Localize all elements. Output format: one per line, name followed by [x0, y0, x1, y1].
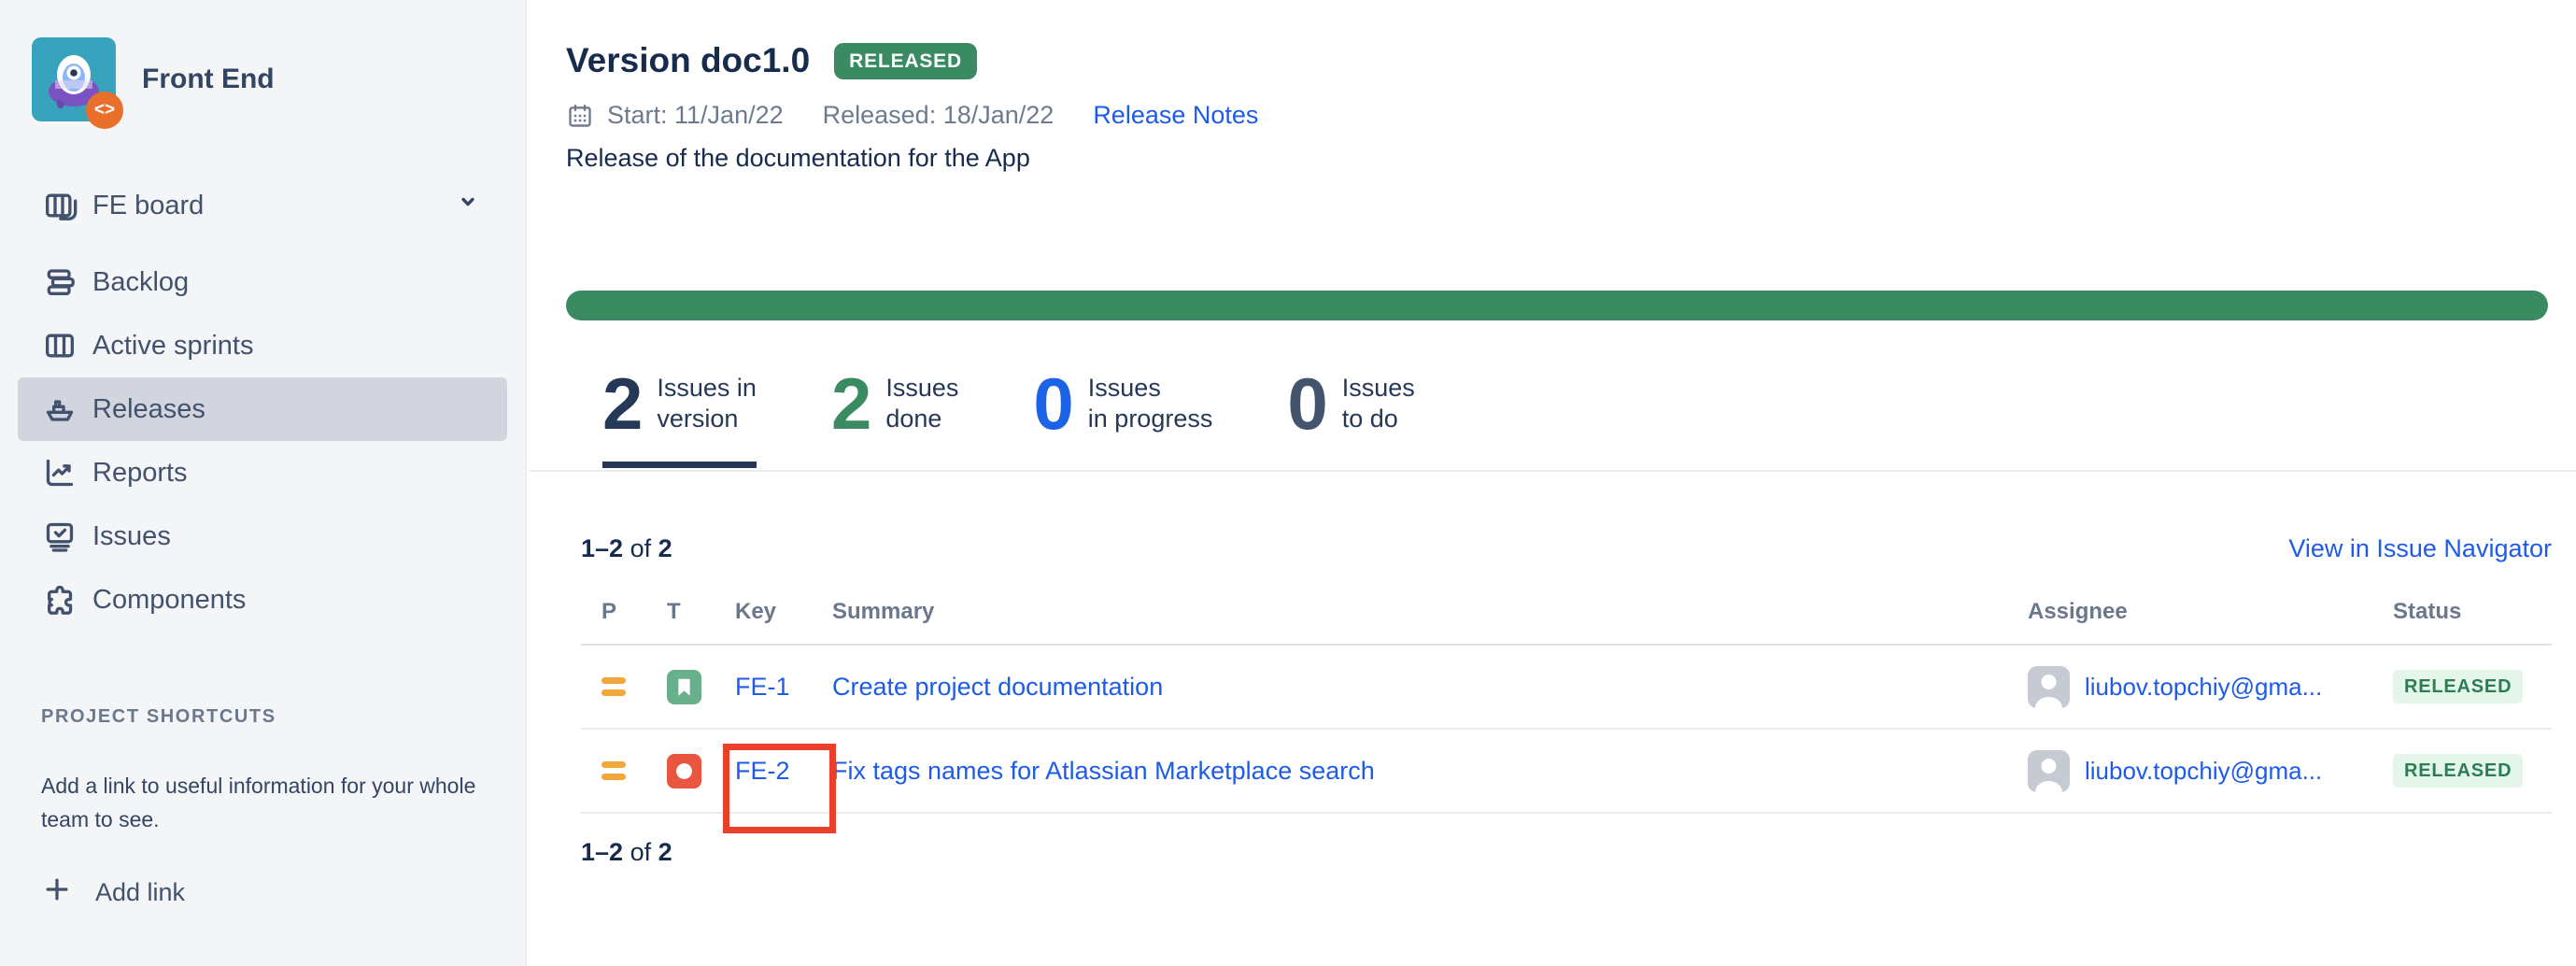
ship-icon: [41, 391, 78, 428]
view-in-issue-navigator-link[interactable]: View in Issue Navigator: [2288, 534, 2552, 563]
sprints-icon: [41, 327, 78, 364]
stat-value: 0: [1033, 369, 1073, 438]
avatar: [2028, 750, 2070, 792]
sidebar-item-issues[interactable]: Issues: [18, 504, 507, 568]
story-type-icon: [667, 670, 701, 704]
project-header[interactable]: <> Front End: [32, 37, 525, 121]
chart-icon: [41, 454, 78, 491]
sidebar-item-label: Active sprints: [92, 331, 253, 362]
stat-value: 2: [831, 369, 871, 438]
sidebar-item-releases[interactable]: Releases: [18, 377, 507, 441]
plus-icon: [41, 874, 73, 912]
project-shortcuts-heading: PROJECT SHORTCUTS: [41, 706, 525, 728]
issue-key-link[interactable]: FE-2: [735, 757, 790, 785]
stat-issues-in-progress[interactable]: 0 Issues in progress: [1033, 369, 1212, 442]
sidebar-item-active-sprints[interactable]: Active sprints: [18, 314, 507, 377]
medium-priority-icon: [602, 761, 626, 780]
stat-label: Issues: [1088, 374, 1161, 402]
board-icon: [41, 187, 78, 224]
column-type: T: [667, 599, 735, 625]
stat-value: 0: [1287, 369, 1327, 438]
column-priority: P: [602, 599, 667, 625]
release-progress-bar: [566, 291, 2548, 320]
chevron-down-icon[interactable]: [452, 186, 484, 225]
sidebar-item-label: Reports: [92, 458, 188, 489]
table-row-fe-2[interactable]: FE-2 Fix tags names for Atlassian Market…: [581, 730, 2552, 814]
column-status: Status: [2393, 599, 2552, 625]
table-row-fe-1[interactable]: FE-1 Create project documentation liubov…: [581, 646, 2552, 730]
project-avatar: <>: [32, 37, 116, 121]
sidebar-item-label: Backlog: [92, 267, 189, 298]
issues-section: 1–2 of 2 View in Issue Navigator P T Key…: [529, 472, 2576, 867]
stat-issues-done[interactable]: 2 Issues done: [831, 369, 958, 442]
release-notes-link[interactable]: Release Notes: [1093, 101, 1258, 130]
sidebar-item-label: Issues: [92, 521, 171, 552]
sidebar-item-label: Releases: [92, 394, 205, 425]
sidebar-item-components[interactable]: Components: [18, 568, 507, 632]
stat-issues-in-version[interactable]: 2 Issues in version: [602, 369, 757, 442]
status-badge: RELEASED: [2393, 754, 2523, 788]
medium-priority-icon: [602, 677, 626, 696]
column-summary: Summary: [832, 599, 2028, 625]
column-key: Key: [735, 599, 832, 625]
puzzle-icon: [41, 581, 78, 618]
column-assignee: Assignee: [2028, 599, 2393, 625]
sidebar: <> Front End FE board: [0, 0, 527, 966]
stat-value: 2: [602, 369, 643, 438]
sidebar-nav: FE board Backlog Active sprints: [0, 174, 525, 632]
assignee-link[interactable]: liubov.topchiy@gma...: [2085, 757, 2322, 786]
sidebar-item-reports[interactable]: Reports: [18, 441, 507, 504]
add-link-label: Add link: [95, 878, 185, 907]
results-count-bottom: 1–2 of 2: [581, 838, 2552, 867]
issue-summary-link[interactable]: Create project documentation: [832, 673, 1163, 701]
issue-key-link[interactable]: FE-1: [735, 673, 790, 701]
calendar-icon: [566, 102, 594, 130]
status-badge: RELEASED: [2393, 670, 2523, 703]
issue-summary-link[interactable]: Fix tags names for Atlassian Marketplace…: [832, 757, 1375, 785]
stat-label: Issues: [1342, 374, 1415, 402]
sidebar-item-backlog[interactable]: Backlog: [18, 250, 507, 314]
stat-issues-to-do[interactable]: 0 Issues to do: [1287, 369, 1414, 442]
stat-label: Issues in: [657, 374, 757, 402]
version-description: Release of the documentation for the App: [566, 144, 2548, 173]
add-link-button[interactable]: Add link: [41, 874, 525, 912]
sidebar-item-label: Components: [92, 585, 246, 616]
sidebar-item-fe-board[interactable]: FE board: [18, 174, 507, 237]
page-title: Version doc1.0: [566, 41, 810, 80]
backlog-icon: [41, 263, 78, 301]
avatar: [2028, 666, 2070, 708]
assignee-link[interactable]: liubov.topchiy@gma...: [2085, 673, 2322, 702]
issues-table-header: P T Key Summary Assignee Status: [581, 599, 2552, 646]
project-name: Front End: [142, 64, 275, 95]
code-icon: <>: [86, 92, 123, 129]
results-count-top: 1–2 of 2: [581, 534, 672, 563]
released-status-badge: RELEASED: [834, 43, 977, 79]
project-shortcuts-description: Add a link to useful information for you…: [41, 769, 484, 836]
released-date: Released: 18/Jan/22: [823, 101, 1054, 130]
bug-type-icon: [667, 754, 701, 788]
start-date: Start: 11/Jan/22: [607, 101, 784, 130]
issues-icon: [41, 518, 78, 555]
issue-stats: 2 Issues in version 2 Issues done 0 Issu…: [602, 369, 2576, 442]
main-content: Version doc1.0 RELEASED Start: 11/Jan/22…: [529, 0, 2576, 966]
version-header: Version doc1.0 RELEASED Start: 11/Jan/22…: [529, 0, 2576, 173]
stat-label: Issues: [885, 374, 958, 402]
sidebar-item-label: FE board: [92, 191, 204, 221]
